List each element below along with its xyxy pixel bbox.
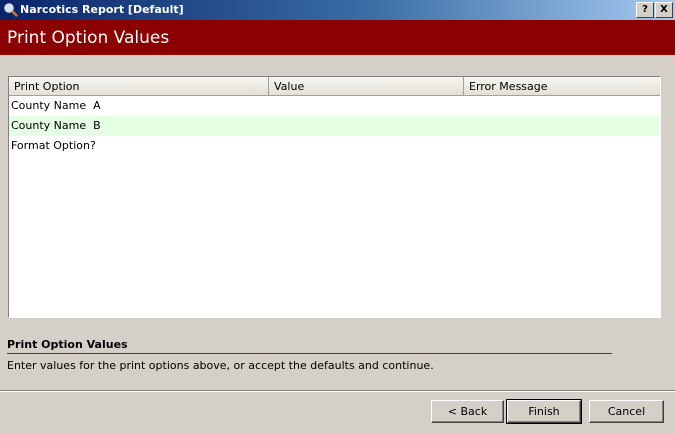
help-button[interactable]: ? [636, 2, 654, 18]
description-text: Enter values for the print options above… [7, 359, 434, 372]
column-header-value[interactable]: Value [269, 77, 464, 96]
grid-rows: County Name A County Name B Format Optio… [9, 96, 660, 156]
column-header-error-message[interactable]: Error Message [464, 77, 660, 96]
description-title: Print Option Values [7, 338, 128, 351]
description-divider [7, 353, 612, 354]
table-row[interactable]: County Name B [9, 116, 660, 136]
option-cell: County Name B [11, 119, 101, 132]
footer-divider-highlight [0, 391, 675, 392]
table-row[interactable]: County Name A [9, 96, 660, 116]
wizard-window: Narcotics Report [Default] ? X Print Opt… [0, 0, 675, 434]
back-button[interactable]: < Back [431, 400, 504, 423]
print-options-grid[interactable]: Print Option Value Error Message County … [8, 76, 661, 318]
table-row[interactable]: Format Option? [9, 136, 660, 156]
cancel-button[interactable]: Cancel [589, 400, 664, 423]
error-cell [464, 116, 660, 136]
title-bar[interactable]: Narcotics Report [Default] ? X [0, 0, 675, 20]
header-banner: Print Option Values [0, 20, 675, 55]
option-cell: County Name A [11, 99, 101, 112]
grid-header: Print Option Value Error Message [9, 77, 660, 96]
window-title: Narcotics Report [Default] [20, 3, 184, 16]
column-header-print-option[interactable]: Print Option [9, 77, 269, 96]
value-cell[interactable] [269, 116, 464, 136]
magnifier-icon [3, 2, 19, 18]
page-title: Print Option Values [7, 28, 170, 48]
error-cell [464, 96, 660, 116]
value-cell[interactable] [269, 136, 464, 156]
finish-button[interactable]: Finish [506, 399, 582, 424]
value-cell[interactable] [269, 96, 464, 116]
option-cell: Format Option? [11, 139, 96, 152]
close-button[interactable]: X [655, 2, 673, 18]
error-cell [464, 136, 660, 156]
